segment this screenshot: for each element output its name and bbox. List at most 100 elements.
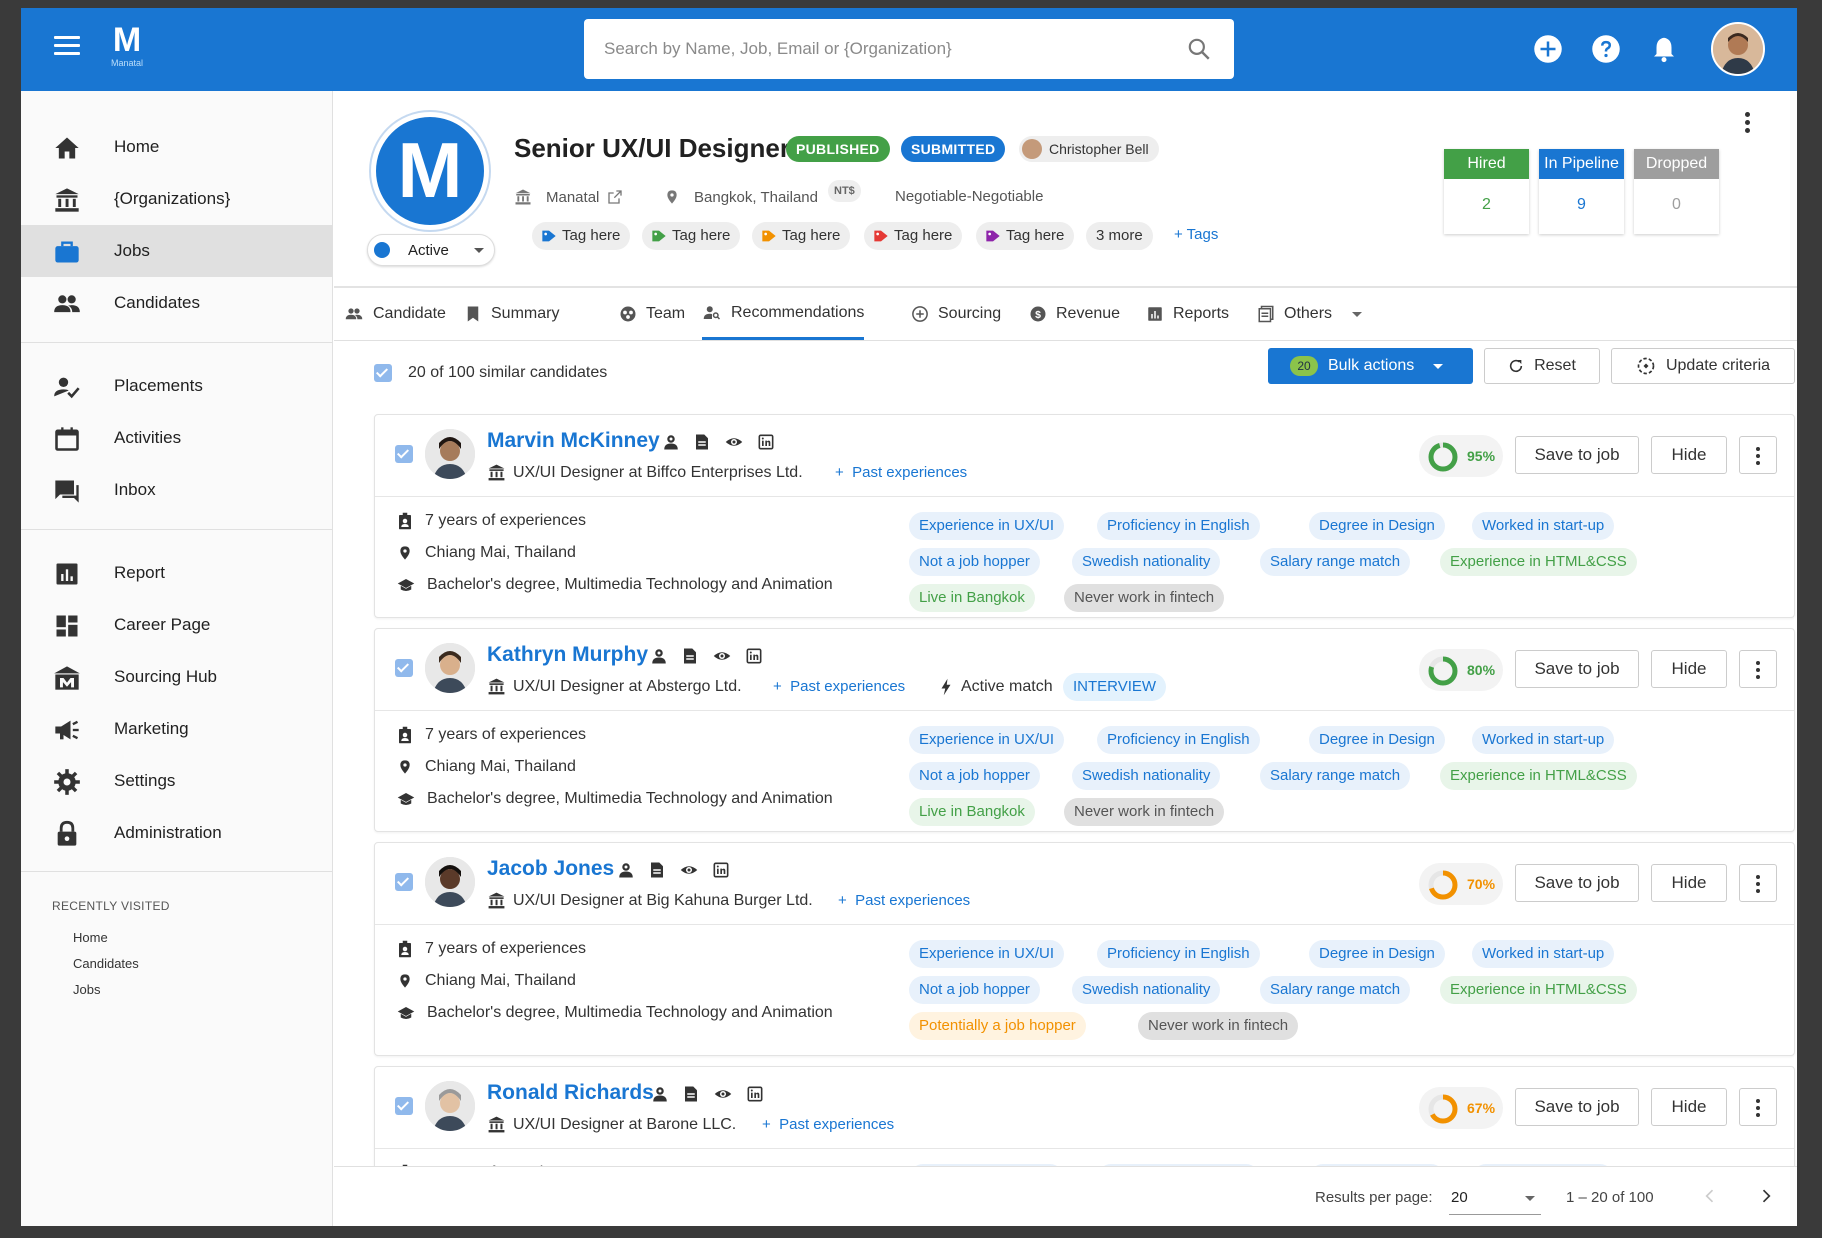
sidebar-item-organizations[interactable]: {Organizations} (21, 173, 332, 225)
past-experiences-link[interactable]: + Past experiences (773, 678, 905, 695)
search-input[interactable] (604, 19, 1164, 79)
linkedin-icon[interactable] (747, 1085, 763, 1103)
tab-others[interactable]: Others (1257, 288, 1363, 340)
job-company[interactable]: Manatal (514, 188, 631, 206)
sidebar-item-activities[interactable]: Activities (21, 412, 332, 464)
menu-icon[interactable] (54, 36, 80, 56)
candidate-avatar[interactable] (425, 1081, 475, 1131)
help-icon[interactable] (1591, 34, 1621, 64)
sidebar-item-home[interactable]: Home (21, 121, 332, 173)
job-tag[interactable]: Tag here (976, 222, 1075, 250)
sidebar-item-report[interactable]: Report (21, 547, 332, 599)
sourcing-icon (54, 666, 80, 690)
more-options-icon[interactable] (1739, 1088, 1777, 1126)
linkedin-icon[interactable] (713, 861, 729, 879)
profile-icon[interactable] (650, 647, 668, 665)
eye-icon[interactable] (679, 861, 699, 879)
save-to-job-button[interactable]: Save to job (1515, 1088, 1639, 1126)
update-criteria-button[interactable]: Update criteria (1611, 348, 1795, 384)
job-tag[interactable]: Tag here (642, 222, 741, 250)
add-tags-button[interactable]: + Tags (1174, 226, 1218, 243)
resume-icon[interactable] (682, 647, 698, 665)
tab-reports[interactable]: Reports (1146, 288, 1229, 340)
reset-button[interactable]: Reset (1484, 348, 1600, 384)
tab-team[interactable]: Team (619, 288, 685, 340)
past-experiences-link[interactable]: + Past experiences (835, 464, 967, 481)
stat-dropped[interactable]: Dropped 0 (1634, 149, 1719, 234)
stat-hired[interactable]: Hired 2 (1444, 149, 1529, 234)
profile-icon[interactable] (662, 433, 680, 451)
candidate-name[interactable]: Ronald Richards (487, 1081, 654, 1105)
job-owner-chip[interactable]: Christopher Bell (1019, 136, 1159, 162)
hide-button[interactable]: Hide (1651, 436, 1727, 474)
save-to-job-button[interactable]: Save to job (1515, 650, 1639, 688)
eye-icon[interactable] (713, 1085, 733, 1103)
chevron-left-icon[interactable] (1700, 1186, 1720, 1206)
more-tags-chip[interactable]: 3 more (1086, 222, 1153, 250)
sidebar-item-jobs[interactable]: Jobs (21, 225, 332, 277)
more-options-icon[interactable] (1739, 864, 1777, 902)
candidate-name[interactable]: Jacob Jones (487, 857, 614, 881)
resume-icon[interactable] (649, 861, 665, 879)
stat-in-pipeline[interactable]: In Pipeline 9 (1539, 149, 1624, 234)
search-icon[interactable] (1186, 36, 1212, 62)
profile-icon[interactable] (651, 1085, 669, 1103)
sidebar-item-inbox[interactable]: Inbox (21, 464, 332, 516)
candidate-checkbox[interactable] (395, 445, 413, 463)
hide-button[interactable]: Hide (1651, 864, 1727, 902)
tab-sourcing[interactable]: Sourcing (911, 288, 1001, 340)
sidebar-item-placements[interactable]: Placements (21, 360, 332, 412)
linkedin-icon[interactable] (758, 433, 774, 451)
app-logo[interactable]: M Manatal (103, 22, 151, 78)
eye-icon[interactable] (724, 433, 744, 451)
badge-icon (399, 940, 411, 958)
candidate-checkbox[interactable] (395, 1097, 413, 1115)
bell-icon[interactable] (1649, 34, 1679, 64)
candidate-avatar[interactable] (425, 429, 475, 479)
bulk-actions-button[interactable]: 20 Bulk actions (1268, 348, 1473, 384)
chevron-right-icon[interactable] (1756, 1186, 1776, 1206)
recent-item-jobs[interactable]: Jobs (73, 982, 100, 997)
user-avatar[interactable] (1711, 22, 1765, 76)
recent-item-home[interactable]: Home (73, 930, 108, 945)
hide-button[interactable]: Hide (1651, 650, 1727, 688)
sidebar-item-settings[interactable]: Settings (21, 755, 332, 807)
resume-icon[interactable] (683, 1085, 699, 1103)
candidate-checkbox[interactable] (395, 873, 413, 891)
sidebar-item-sourcing-hub[interactable]: Sourcing Hub (21, 651, 332, 703)
job-tag[interactable]: Tag here (864, 222, 963, 250)
job-tag[interactable]: Tag here (752, 222, 851, 250)
job-more-icon[interactable] (1743, 112, 1751, 138)
past-experiences-link[interactable]: + Past experiences (762, 1116, 894, 1133)
recent-item-candidates[interactable]: Candidates (73, 956, 139, 971)
candidate-checkbox[interactable] (395, 659, 413, 677)
candidate-name[interactable]: Marvin McKinney (487, 429, 660, 453)
add-circle-icon[interactable] (1533, 34, 1563, 64)
more-options-icon[interactable] (1739, 436, 1777, 474)
past-experiences-link[interactable]: + Past experiences (838, 892, 970, 909)
linkedin-icon[interactable] (746, 647, 762, 665)
sidebar-item-candidates[interactable]: Candidates (21, 277, 332, 329)
eye-icon[interactable] (712, 647, 732, 665)
tab-candidate[interactable]: Candidate (344, 288, 446, 340)
candidate-name[interactable]: Kathryn Murphy (487, 643, 648, 667)
sidebar-item-administration[interactable]: Administration (21, 807, 332, 859)
candidate-avatar[interactable] (425, 857, 475, 907)
tab-recommendations[interactable]: Recommendations (702, 288, 865, 340)
candidate-avatar[interactable] (425, 643, 475, 693)
tab-revenue[interactable]: $ Revenue (1029, 288, 1120, 340)
results-per-page-select[interactable]: 20 (1449, 1181, 1541, 1215)
tab-summary[interactable]: Summary (464, 288, 559, 340)
resume-icon[interactable] (694, 433, 710, 451)
hide-button[interactable]: Hide (1651, 1088, 1727, 1126)
save-to-job-button[interactable]: Save to job (1515, 864, 1639, 902)
job-status-select[interactable]: Active (367, 234, 495, 266)
sidebar-item-marketing[interactable]: Marketing (21, 703, 332, 755)
save-to-job-button[interactable]: Save to job (1515, 436, 1639, 474)
profile-icon[interactable] (617, 861, 635, 879)
job-tag[interactable]: Tag here (532, 222, 631, 250)
select-all-checkbox[interactable] (374, 364, 392, 382)
sidebar-item-career-page[interactable]: Career Page (21, 599, 332, 651)
chevron-down-icon (1433, 364, 1443, 369)
more-options-icon[interactable] (1739, 650, 1777, 688)
